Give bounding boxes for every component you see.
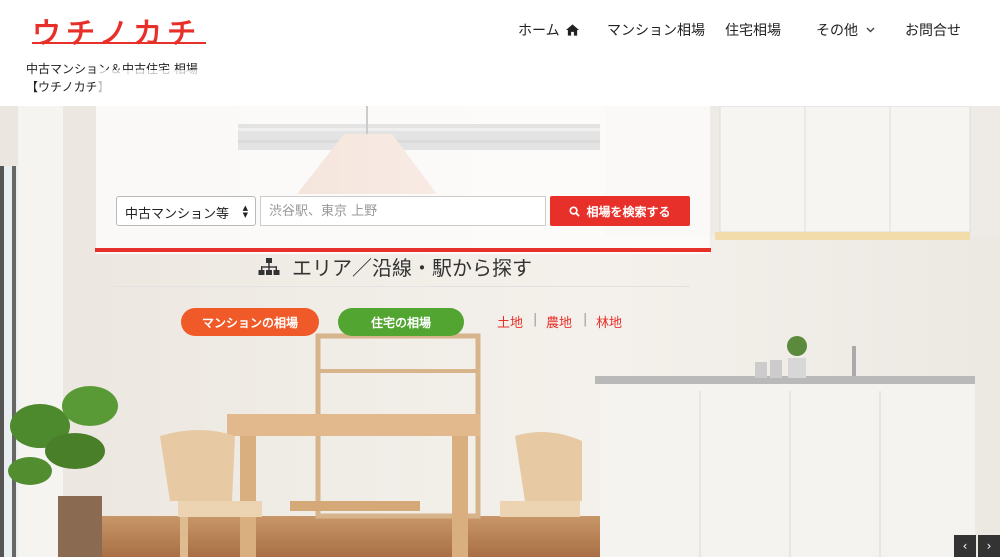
forest-land-link[interactable]: 林地 — [596, 312, 622, 331]
slider-next-button[interactable]: › — [978, 535, 1000, 557]
search-button-label: 相場を検索する — [586, 204, 671, 219]
chevron-right-icon: › — [986, 539, 992, 553]
search-button[interactable]: 相場を検索する — [550, 196, 690, 226]
house-price-button-label: 住宅の相場 — [370, 315, 431, 330]
nav-mansion-price-label: マンション相場 — [607, 23, 705, 39]
nav-house-price[interactable]: 住宅相場 — [725, 20, 781, 40]
home-icon — [565, 24, 579, 36]
panel-divider — [114, 286, 690, 287]
mansion-price-button-label: マンションの相場 — [201, 315, 298, 330]
area-search-heading-text: エリア／沿線・駅から探す — [292, 256, 532, 280]
house-price-button[interactable]: 住宅の相場 — [338, 308, 464, 336]
slider-prev-button[interactable]: ‹ — [954, 535, 976, 557]
sitemap-icon — [258, 257, 280, 275]
select-arrows-icon: ▲ ▼ — [242, 204, 248, 219]
chevron-down-icon — [866, 27, 875, 33]
nav-other-dropdown[interactable]: その他 — [816, 20, 875, 40]
property-type-select[interactable]: 中古マンション等 ▲ ▼ — [116, 196, 256, 226]
nav-home-label: ホーム — [518, 23, 560, 39]
farmland-link[interactable]: 農地 — [546, 312, 572, 331]
chevron-left-icon: ‹ — [962, 539, 968, 553]
nav-contact[interactable]: お問合せ — [905, 20, 961, 40]
nav-house-price-label: 住宅相場 — [725, 23, 781, 39]
nav-other-label: その他 — [816, 23, 858, 39]
logo-underline — [32, 42, 206, 44]
area-search-heading: エリア／沿線・駅から探す — [258, 252, 532, 281]
link-separator: | — [583, 312, 588, 327]
nav-mansion-price[interactable]: マンション相場 — [607, 20, 705, 40]
property-type-selected: 中古マンション等 — [125, 207, 230, 222]
site-logo[interactable]: ウチノカチ — [32, 10, 201, 52]
search-panel — [96, 70, 710, 254]
nav-home[interactable]: ホーム — [518, 20, 579, 40]
search-icon — [569, 205, 581, 217]
land-link[interactable]: 土地 — [497, 312, 523, 331]
mansion-price-button[interactable]: マンションの相場 — [181, 308, 319, 336]
search-input[interactable] — [260, 196, 546, 226]
nav-contact-label: お問合せ — [905, 23, 961, 39]
link-separator: | — [533, 312, 538, 327]
